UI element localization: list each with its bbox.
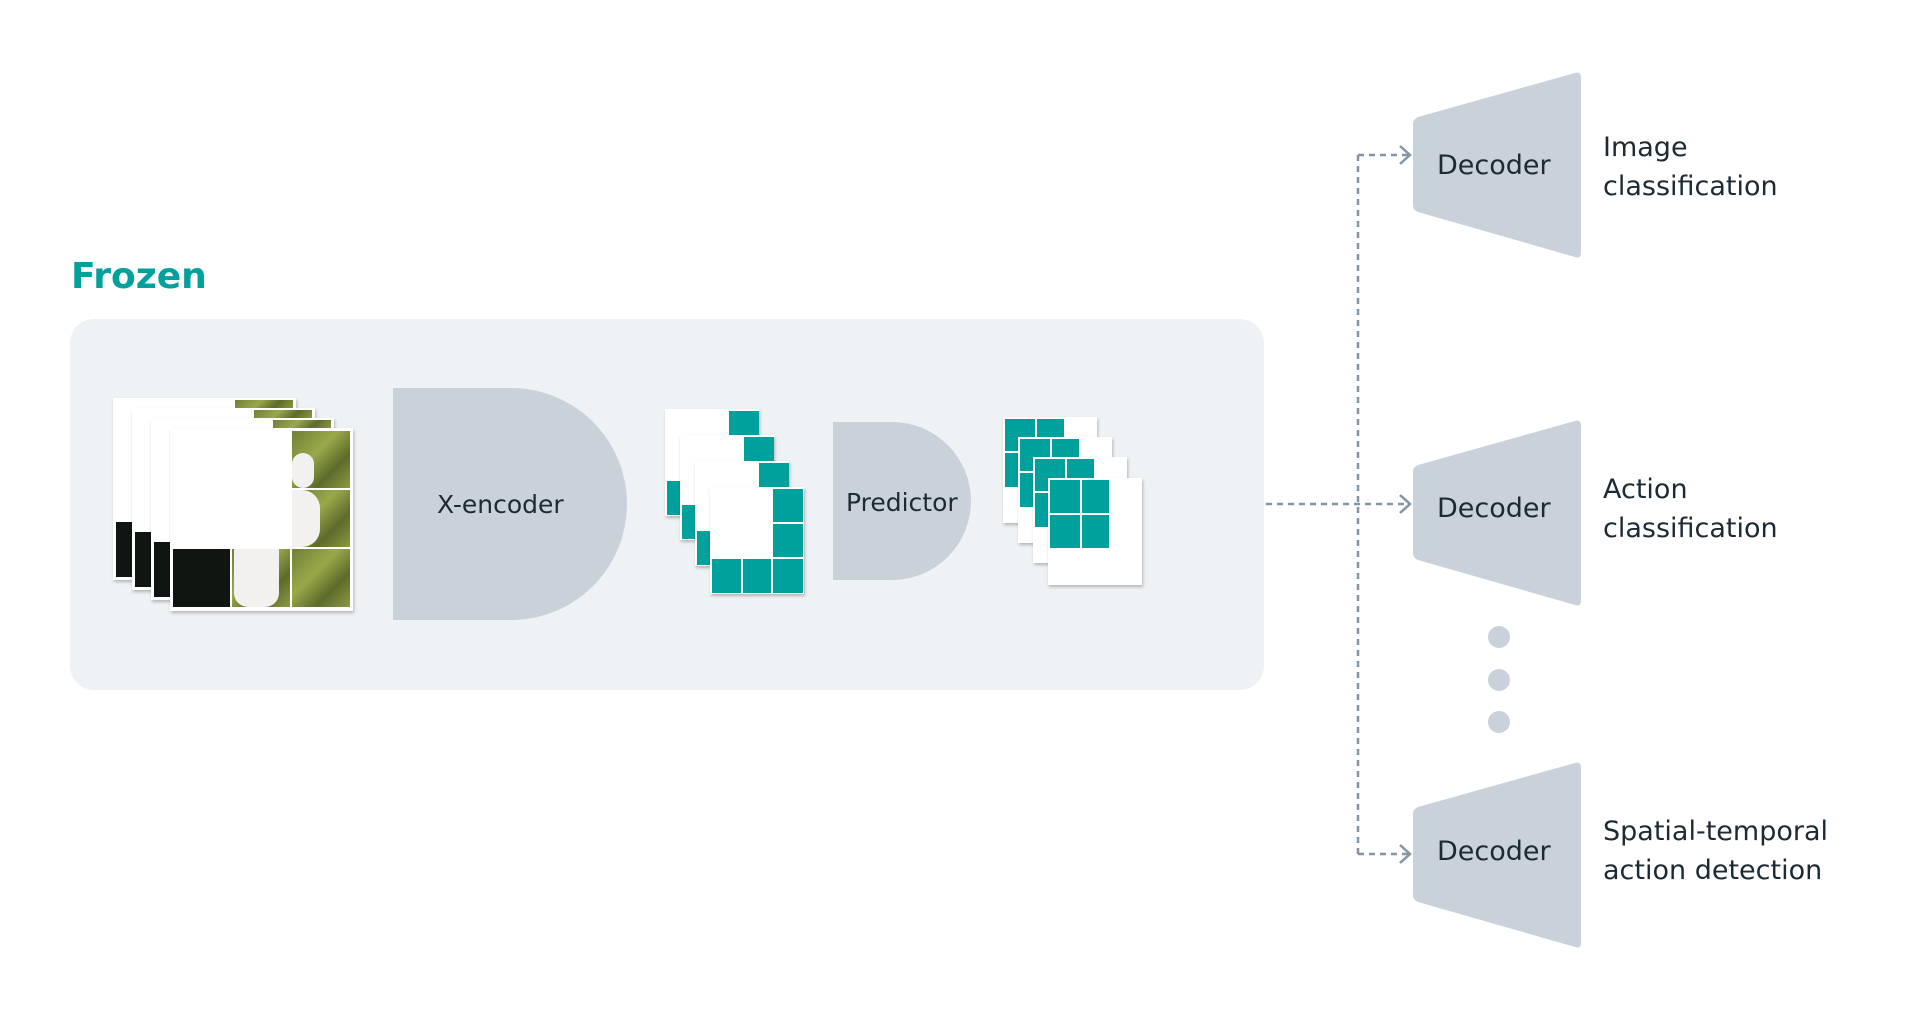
task-label-line: action detection <box>1603 855 1823 886</box>
decoder-label: Decoder <box>1437 150 1551 181</box>
task-label-line: Spatial-temporal <box>1603 816 1829 847</box>
task-label-line: classification <box>1603 513 1778 544</box>
task-label-image-classification: Image classification <box>1603 128 1778 206</box>
ellipsis-dot <box>1488 711 1510 733</box>
task-label-action-detection: Spatial-temporal action detection <box>1603 812 1828 890</box>
task-label-line: Image <box>1603 132 1688 163</box>
task-label-line: Action <box>1603 474 1688 505</box>
ellipsis-dot <box>1488 626 1510 648</box>
ellipsis-dot <box>1488 669 1510 691</box>
decoder-label: Decoder <box>1437 493 1551 524</box>
task-label-line: classification <box>1603 171 1778 202</box>
task-label-action-classification: Action classification <box>1603 470 1778 548</box>
decoder-label: Decoder <box>1437 836 1551 867</box>
